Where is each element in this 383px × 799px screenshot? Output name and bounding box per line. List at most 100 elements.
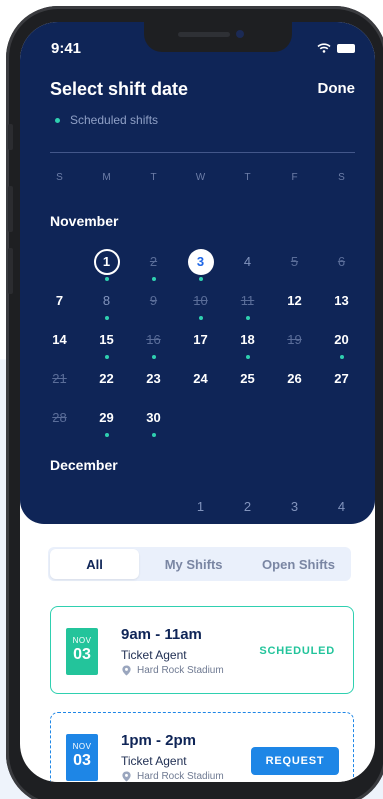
calendar-day-number: 30 [146,410,161,425]
scheduled-dot-icon [339,355,344,359]
front-camera [236,30,244,38]
shift-location-label: Hard Rock Stadium [137,665,224,676]
calendar-day-number: 16 [146,332,161,347]
calendar-day[interactable]: 25 [224,366,271,405]
calendar-day-number: 23 [146,371,161,386]
calendar-day[interactable]: 1 [83,249,130,288]
calendar-day[interactable]: 24 [177,366,224,405]
weekday-label: T [244,172,251,183]
calendar-day[interactable]: 15 [83,327,130,366]
tab-open-shifts[interactable]: Open Shifts [246,547,351,581]
calendar-day-number: 19 [287,332,302,347]
calendar-day[interactable]: 14 [36,327,83,366]
calendar-day[interactable]: 11 [224,288,271,327]
calendar-day[interactable]: 19 [271,327,318,366]
scheduled-dot-icon [198,277,203,281]
calendar-day-number: 13 [334,293,349,308]
tab-my-shifts[interactable]: My Shifts [141,547,246,581]
date-badge: NOV 03 [66,734,98,781]
date-badge-month: NOV [72,636,92,645]
calendar-day[interactable]: 16 [130,327,177,366]
shift-card-open[interactable]: NOV 03 1pm - 2pm Ticket Agent Hard Rock … [50,712,354,782]
calendar-panel: 9:41 Select shift date Done Scheduled sh… [20,22,375,524]
weekday-label: W [195,172,206,183]
status-badge: SCHEDULED [259,645,335,657]
calendar-day-number: 22 [99,371,114,386]
weekday-label: T [150,172,157,183]
wifi-icon [317,43,331,53]
page-title: Select shift date [50,79,189,99]
calendar-day-number: 17 [193,332,208,347]
calendar-day[interactable]: 10 [177,288,224,327]
calendar-day[interactable]: 2 [130,249,177,288]
calendar-day[interactable]: 27 [318,366,365,405]
calendar-day[interactable]: 22 [83,366,130,405]
shift-location: Hard Rock Stadium [121,665,224,676]
volume-down-button [8,248,13,294]
status-time: 9:41 [51,40,82,57]
shift-time: 9am - 11am [121,626,202,643]
calendar-day[interactable]: 21 [36,366,83,405]
calendar-day[interactable]: 28 [36,405,83,444]
battery-icon [337,43,355,53]
shift-card-scheduled[interactable]: NOV 03 9am - 11am Ticket Agent Hard Rock… [50,606,354,694]
month-label-december: December [50,457,118,473]
calendar-day-number: 4 [337,499,346,514]
calendar-day-number: 21 [52,371,67,386]
calendar-empty-cell [36,494,83,533]
calendar-day-number: 5 [290,254,299,269]
calendar-day[interactable]: 20 [318,327,365,366]
date-badge-day: 03 [73,646,91,663]
calendar-day[interactable]: 3 [177,249,224,288]
calendar-day[interactable]: 7 [36,288,83,327]
calendar-day[interactable]: 2 [224,494,271,533]
calendar-day[interactable]: 30 [130,405,177,444]
scheduled-dot-icon [151,277,156,281]
calendar-day-number: 24 [193,371,208,386]
shift-role: Ticket Agent [121,648,187,662]
calendar-day-number: 3 [290,499,299,514]
calendar-day[interactable]: 1 [177,494,224,533]
status-icons [317,43,355,53]
calendar-day-number: 11 [240,293,255,308]
scheduled-dot-icon [198,316,203,320]
calendar-day[interactable]: 23 [130,366,177,405]
calendar-day[interactable]: 12 [271,288,318,327]
calendar-day-number: 6 [337,254,346,269]
location-pin-icon [122,665,131,676]
calendar-day[interactable]: 4 [224,249,271,288]
calendar-day-number: 8 [102,293,111,308]
calendar-day[interactable]: 26 [271,366,318,405]
calendar-day[interactable]: 9 [130,288,177,327]
calendar-empty-cell [36,249,83,288]
calendar-day[interactable]: 13 [318,288,365,327]
weekday-label: S [56,172,63,183]
calendar-day-number: 28 [52,410,67,425]
calendar-day-number: 9 [149,293,158,308]
calendar-day-number: 10 [193,293,208,308]
scheduled-dot-icon [55,117,60,123]
calendar-day-number: 12 [287,293,302,308]
calendar-day[interactable]: 18 [224,327,271,366]
shift-location-label: Hard Rock Stadium [137,771,224,782]
divider [50,152,355,153]
calendar-day[interactable]: 4 [318,494,365,533]
calendar-day-number: 25 [240,371,255,386]
calendar-day[interactable]: 29 [83,405,130,444]
done-button[interactable]: Done [318,80,356,97]
scheduled-dot-icon [104,316,109,320]
calendar-day[interactable]: 6 [318,249,365,288]
calendar-day[interactable]: 5 [271,249,318,288]
calendar-day-number: 4 [243,254,252,269]
calendar-day[interactable]: 8 [83,288,130,327]
speaker-grille [178,32,230,37]
tab-all[interactable]: All [50,549,140,579]
request-button[interactable]: REQUEST [251,747,339,775]
calendar-empty-cell [130,494,177,533]
phone-screen: 9:41 Select shift date Done Scheduled sh… [20,22,375,782]
calendar-day-number: 20 [334,332,349,347]
calendar-day[interactable]: 17 [177,327,224,366]
date-badge-month: NOV [72,742,92,751]
calendar-day[interactable]: 3 [271,494,318,533]
volume-up-button [8,186,13,232]
